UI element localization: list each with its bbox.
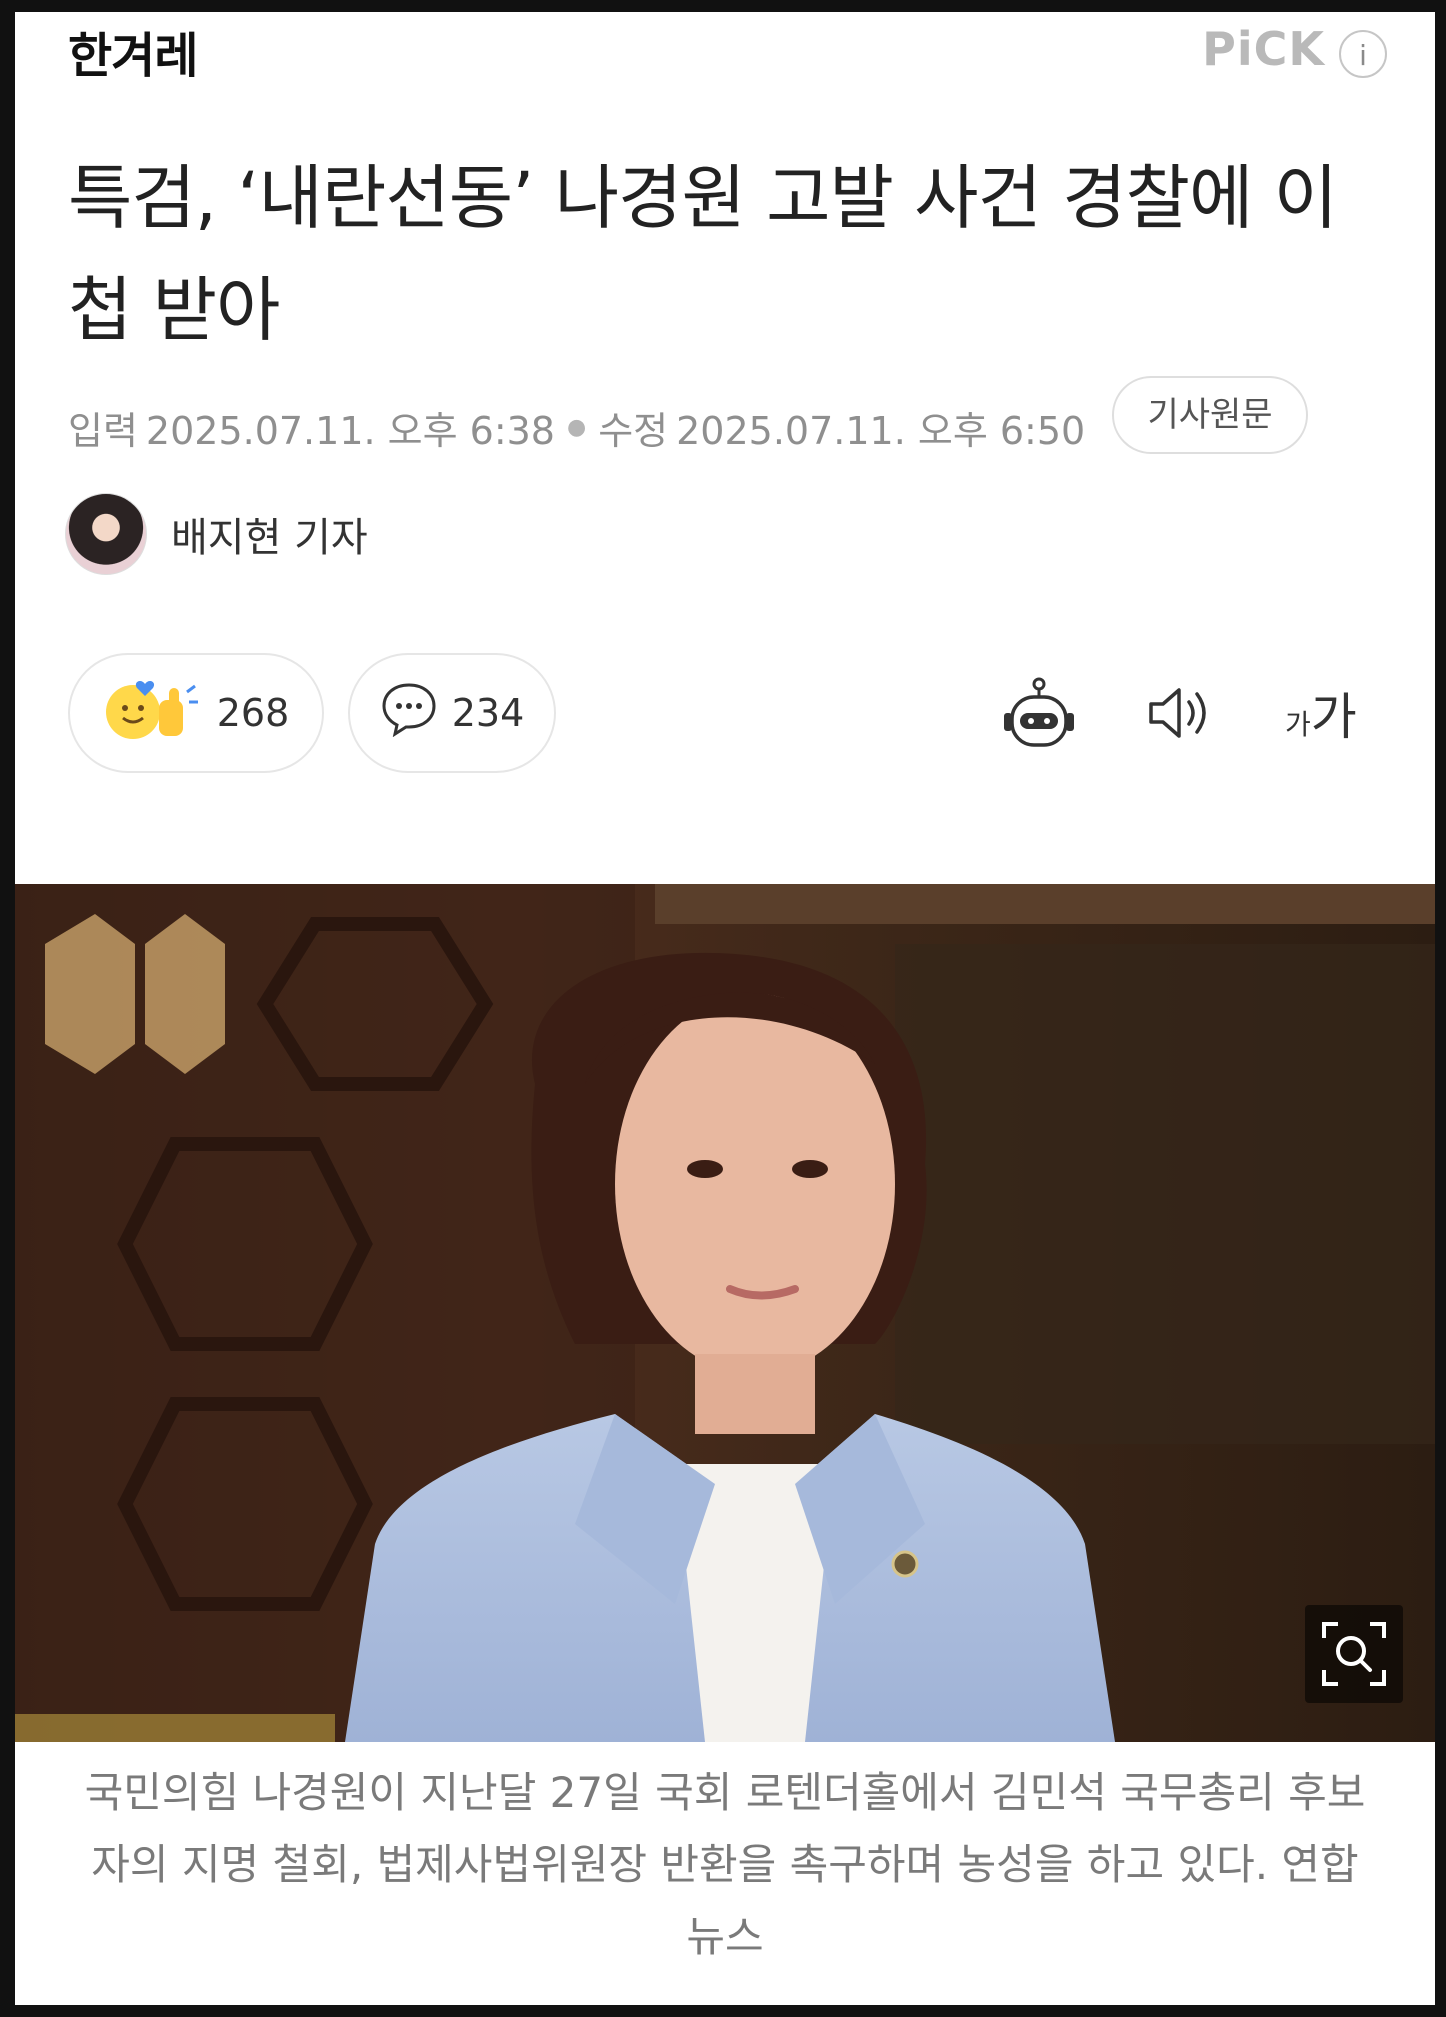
- article-headline: 특검, ‘내란선동’ 나경원 고발 사건 경찰에 이첩 받아: [68, 157, 1338, 351]
- reporter-info[interactable]: 배지현 기자: [65, 492, 368, 576]
- font-size-big: 가: [1310, 688, 1357, 746]
- comment-count: 234: [451, 691, 525, 735]
- comment-button[interactable]: 234: [348, 653, 556, 773]
- font-size-button[interactable]: 가가: [1285, 677, 1357, 749]
- speaker-icon[interactable]: [1147, 684, 1215, 746]
- reaction-emoji-icon: [103, 676, 217, 751]
- speech-bubble-icon: [380, 681, 452, 746]
- reaction-count: 268: [216, 691, 290, 735]
- press-logo[interactable]: 한겨레: [68, 16, 198, 86]
- photo-illustration: [15, 884, 1435, 1742]
- font-size-small: 가: [1285, 708, 1311, 741]
- zoom-search-icon[interactable]: [1305, 1605, 1403, 1703]
- article-meta: 입력 2025.07.11. 오후 6:38 ● 수정 2025.07.11. …: [68, 387, 1085, 467]
- input-label: 입력: [68, 408, 138, 453]
- pick-badge[interactable]: PiCK: [1202, 22, 1325, 76]
- original-article-button[interactable]: 기사원문: [1112, 376, 1308, 454]
- photo-caption: 국민의힘 나경원이 지난달 27일 국회 로텐더홀에서 김민석 국무총리 후보자…: [84, 1768, 1366, 1961]
- robot-icon[interactable]: [1000, 677, 1078, 757]
- meta-separator-dot: ●: [567, 414, 587, 440]
- info-icon[interactable]: i: [1339, 30, 1387, 78]
- article-photo[interactable]: [15, 884, 1435, 1742]
- reporter-avatar[interactable]: [65, 493, 147, 575]
- article-page: 한겨레 PiCK i 특검, ‘내란선동’ 나경원 고발 사건 경찰에 이첩 받…: [15, 12, 1435, 2005]
- modified-time: 2025.07.11. 오후 6:50: [676, 408, 1086, 453]
- reporter-name[interactable]: 배지현 기자: [171, 505, 368, 563]
- modified-label: 수정: [598, 408, 669, 453]
- reaction-button[interactable]: 268: [68, 653, 324, 773]
- header: 한겨레 PiCK i: [15, 12, 1435, 84]
- input-time: 2025.07.11. 오후 6:38: [145, 408, 555, 453]
